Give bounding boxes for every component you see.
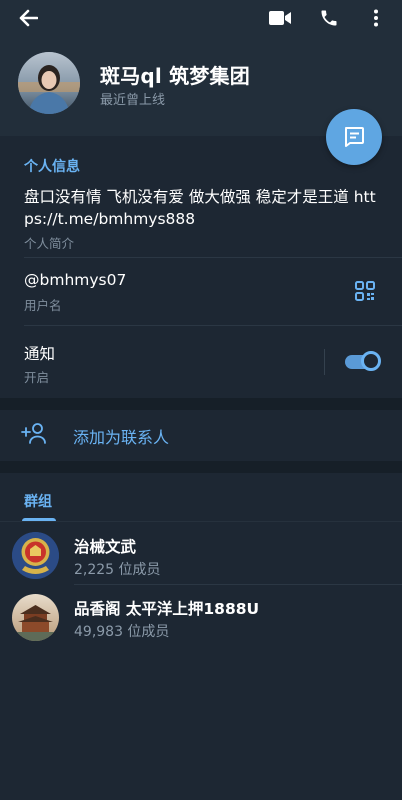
username-label: 用户名 <box>24 298 62 313</box>
tab-groups[interactable]: 群组 <box>24 491 52 511</box>
add-contact-label: 添加为联系人 <box>73 428 170 447</box>
notifications-state: 开启 <box>24 370 50 385</box>
back-button[interactable] <box>14 6 42 30</box>
video-call-icon <box>269 11 291 25</box>
divider <box>24 257 402 258</box>
add-person-icon <box>21 423 46 444</box>
arrow-left-icon <box>19 9 38 27</box>
user-avatar-photo[interactable] <box>18 52 80 114</box>
group-members: 2,225 位成员 <box>74 562 161 578</box>
last-seen-status: 最近曾上线 <box>100 93 166 108</box>
bio-text[interactable]: 盘口没有情 飞机没有爱 做大做强 稳定才是王道 https://t.me/bmh… <box>24 186 384 230</box>
divider <box>74 584 402 585</box>
group-avatar <box>12 532 59 579</box>
section-separator <box>0 461 402 473</box>
message-icon <box>345 127 364 147</box>
more-menu-button[interactable] <box>366 6 386 30</box>
divider <box>0 521 402 522</box>
qr-code-button[interactable] <box>352 278 378 304</box>
qr-code-icon <box>355 281 375 301</box>
video-call-button[interactable] <box>266 6 294 30</box>
call-button[interactable] <box>316 6 342 30</box>
section-separator <box>0 398 402 410</box>
profile-name: 斑马ql 筑梦集团 <box>100 64 250 88</box>
group-name: 品香阁 太平洋上押1888U <box>74 600 260 618</box>
group-avatar <box>12 594 59 641</box>
notifications-label[interactable]: 通知 <box>24 342 55 364</box>
toggle-separator <box>324 349 325 375</box>
section-title-info: 个人信息 <box>24 159 80 175</box>
send-message-button[interactable] <box>326 109 382 165</box>
divider <box>24 325 402 326</box>
more-vertical-icon <box>374 9 378 27</box>
group-members: 49,983 位成员 <box>74 624 170 640</box>
bio-label: 个人简介 <box>24 236 75 251</box>
group-name: 治械文武 <box>74 538 137 556</box>
username-value[interactable]: @bmhmys07 <box>24 271 126 289</box>
phone-icon <box>321 10 337 26</box>
toggle-knob <box>361 351 381 371</box>
